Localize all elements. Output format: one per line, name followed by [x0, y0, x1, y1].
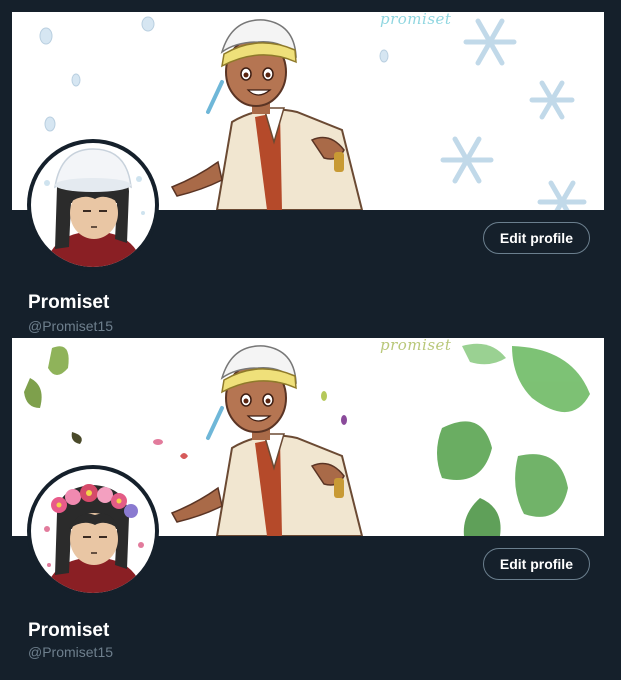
edit-profile-button[interactable]: Edit profile	[482, 548, 590, 580]
user-handle: @Promiset15	[28, 644, 114, 660]
banner-signature: promiset	[380, 338, 452, 354]
banner-signature: promiset	[380, 12, 452, 28]
profile-card-winter: promiset Edit profile Promiset @Promiset…	[12, 12, 604, 337]
avatar-illustration	[31, 469, 155, 593]
display-name: Promiset	[28, 292, 110, 313]
display-name: Promiset	[28, 620, 110, 641]
avatar[interactable]	[27, 139, 159, 271]
avatar[interactable]	[27, 465, 159, 597]
edit-profile-button[interactable]: Edit profile	[482, 222, 590, 254]
profile-card-spring: promiset Edit profile Promiset @Promiset…	[12, 338, 604, 663]
avatar-illustration	[31, 143, 155, 267]
user-handle: @Promiset15	[28, 318, 114, 334]
